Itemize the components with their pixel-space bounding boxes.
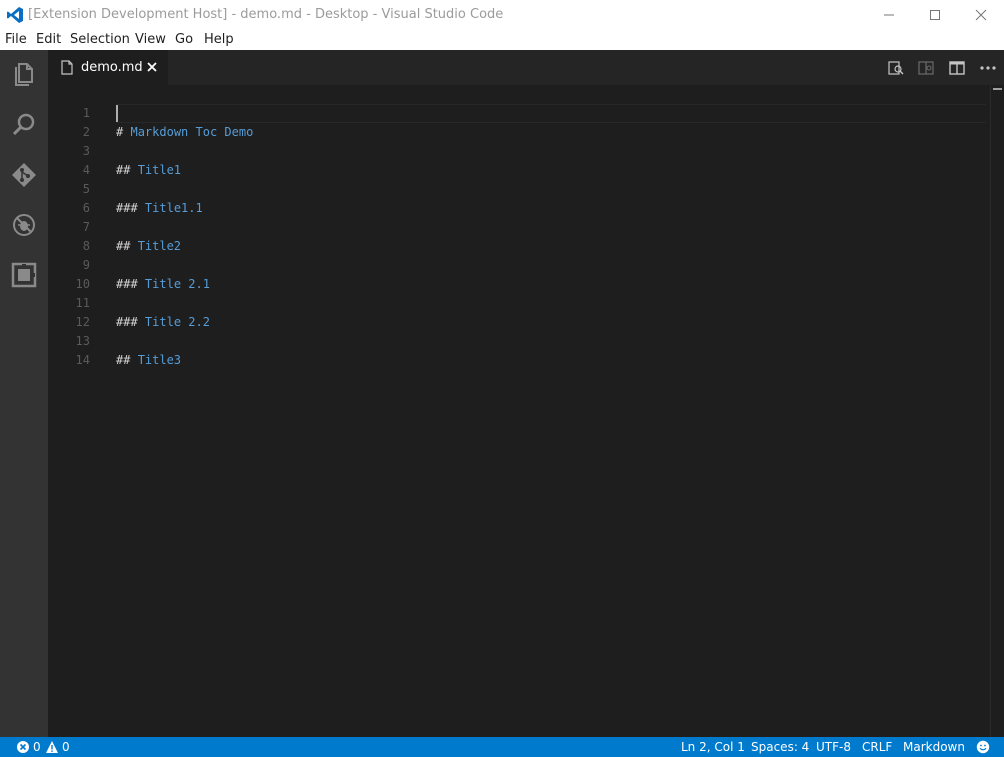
menu-selection[interactable]: Selection	[70, 30, 130, 50]
code-line: 14	[48, 332, 91, 367]
heading-text: Title3	[137, 353, 182, 367]
line-number: 14	[75, 353, 90, 367]
heading-marker: ##	[116, 239, 131, 253]
indentation-setting[interactable]: Spaces: 4	[751, 737, 809, 757]
line-content: # Markdown Toc Demo	[116, 123, 253, 142]
heading-marker: ##	[116, 163, 131, 177]
current-line-highlight	[116, 104, 986, 123]
editor-tabs-bar: demo.md	[48, 50, 1004, 85]
close-icon	[975, 9, 987, 21]
file-icon	[61, 60, 73, 75]
line-content: ### Title1.1	[116, 199, 203, 218]
cursor-position[interactable]: Ln 2, Col 1	[681, 737, 745, 757]
open-preview-side-icon	[918, 61, 934, 75]
heading-text: Title1	[137, 163, 182, 177]
extensions-button[interactable]	[9, 260, 39, 290]
line-content: ### Title 2.1	[116, 275, 210, 294]
heading-marker: #	[116, 125, 124, 139]
line-content: ### Title 2.2	[116, 313, 210, 332]
maximize-button[interactable]	[912, 0, 958, 30]
title-bar: [Extension Development Host] - demo.md -…	[0, 0, 1004, 30]
open-preview-icon	[888, 61, 904, 75]
editor-area[interactable]: 1 # Markdown Toc Demo 2 3 ## Title1 4 5 …	[48, 85, 1004, 737]
menu-help[interactable]: Help	[204, 30, 234, 50]
code-line: 12	[48, 294, 91, 329]
error-count[interactable]: 0	[33, 737, 41, 757]
heading-text: Title1.1	[144, 201, 203, 215]
close-tab-icon[interactable]	[146, 61, 158, 73]
code-line: 3 ## Title1	[48, 123, 181, 177]
menu-go[interactable]: Go	[175, 30, 193, 50]
line-content: ## Title2	[116, 237, 181, 256]
source-control-button[interactable]	[9, 160, 39, 190]
close-window-button[interactable]	[958, 0, 1004, 30]
vertical-scrollbar[interactable]	[990, 85, 1004, 737]
line-ending-setting[interactable]: CRLF	[862, 737, 892, 757]
code-line: 8	[48, 218, 91, 253]
split-editor-button[interactable]	[947, 58, 967, 78]
menu-edit[interactable]: Edit	[36, 30, 61, 50]
menu-view[interactable]: View	[135, 30, 166, 50]
activity-bar	[0, 50, 48, 737]
heading-text: Markdown Toc Demo	[130, 125, 254, 139]
code-line: 6	[48, 180, 91, 215]
menu-file[interactable]: File	[5, 30, 27, 50]
heading-text: Title 2.2	[144, 315, 210, 329]
line-content: ## Title1	[116, 161, 181, 180]
more-actions-icon	[980, 66, 996, 70]
vscode-window: [Extension Development Host] - demo.md -…	[0, 0, 1004, 757]
heading-marker: ###	[116, 201, 138, 215]
tab-demo-md[interactable]: demo.md	[48, 50, 168, 85]
status-bar: 0 0 Ln 2, Col 1 Spaces: 4 UTF-8 CRLF Mar…	[0, 737, 1004, 757]
code-line: 13 ## Title3	[48, 313, 182, 367]
extensions-icon	[11, 262, 37, 288]
heading-marker: ###	[116, 277, 138, 291]
heading-text: Title 2.1	[144, 277, 210, 291]
code-line: 4	[48, 142, 91, 177]
search-button[interactable]	[9, 110, 39, 140]
code-line: 11 ### Title 2.2	[48, 275, 210, 329]
code-line: 2	[48, 104, 91, 139]
maximize-icon	[930, 10, 940, 20]
explorer-icon	[15, 63, 33, 86]
code-line: 1 # Markdown Toc Demo	[48, 85, 254, 139]
error-icon[interactable]	[16, 740, 30, 754]
debug-icon	[13, 214, 35, 236]
heading-text: Title2	[137, 239, 182, 253]
text-cursor	[116, 105, 118, 122]
code-line: 5 ### Title1.1	[48, 161, 203, 215]
minimize-button[interactable]	[866, 0, 912, 30]
warning-count[interactable]: 0	[62, 737, 70, 757]
tab-label: demo.md	[81, 60, 143, 75]
smiley-icon[interactable]	[976, 740, 990, 754]
open-preview-button[interactable]	[886, 58, 906, 78]
line-content: ## Title3	[116, 351, 181, 370]
debug-button[interactable]	[9, 210, 39, 240]
code-line: 9 ### Title 2.1	[48, 237, 210, 291]
language-mode[interactable]: Markdown	[903, 737, 965, 757]
code-line: 7 ## Title2	[48, 199, 181, 253]
vscode-logo-icon	[7, 7, 23, 23]
window-title: [Extension Development Host] - demo.md -…	[28, 7, 504, 22]
more-actions-button[interactable]	[978, 58, 998, 78]
code-line: 10	[48, 256, 91, 291]
warning-icon[interactable]	[45, 740, 59, 754]
search-icon	[12, 113, 35, 136]
open-preview-side-button[interactable]	[916, 58, 936, 78]
source-control-icon	[12, 163, 36, 187]
split-editor-icon	[949, 61, 965, 75]
heading-marker: ###	[116, 315, 138, 329]
encoding-setting[interactable]: UTF-8	[816, 737, 851, 757]
minimize-icon	[884, 14, 894, 16]
explorer-button[interactable]	[9, 59, 39, 89]
heading-marker: ##	[116, 353, 131, 367]
overview-ruler-cursor	[993, 88, 1002, 90]
menu-bar: File Edit Selection View Go Help	[0, 30, 1004, 50]
